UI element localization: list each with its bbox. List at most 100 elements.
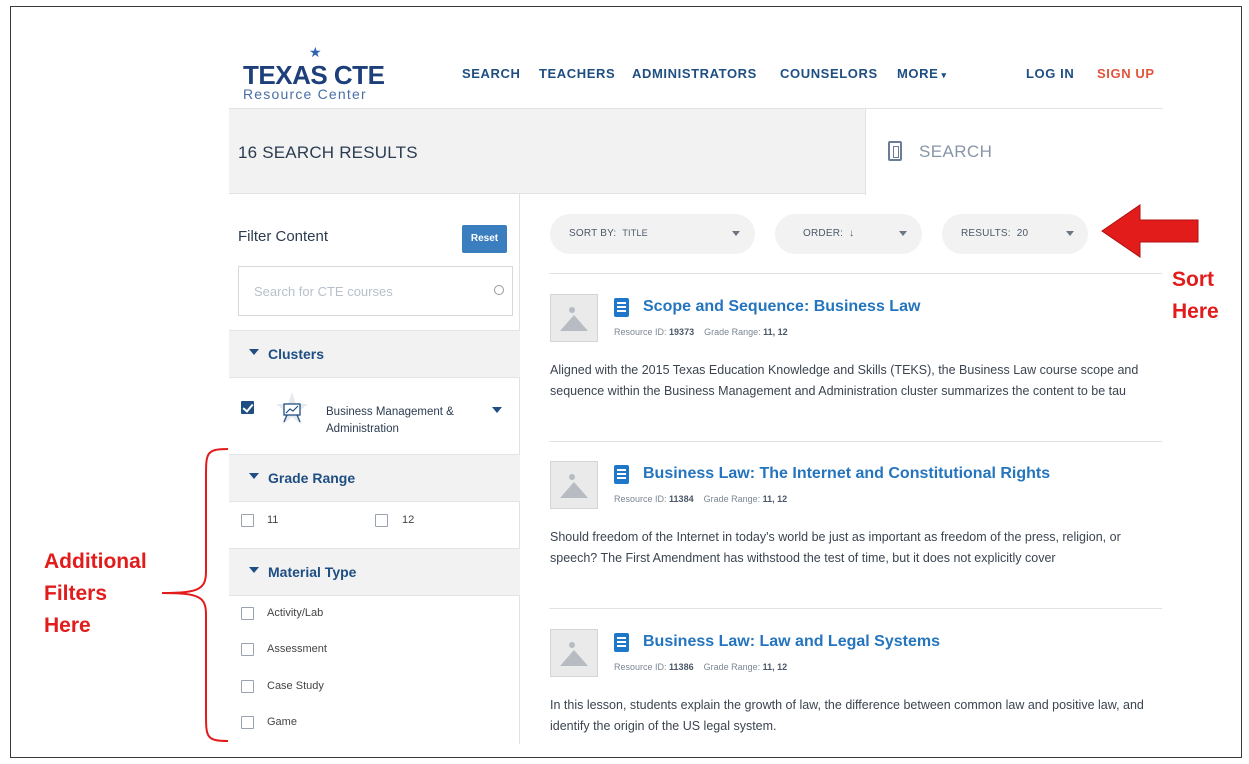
results-per-page-dropdown[interactable]: RESULTS: 20 [942, 214, 1088, 254]
result-title-link[interactable]: Business Law: The Internet and Constitut… [643, 465, 1050, 483]
case-study-label: Case Study [267, 680, 324, 692]
chevron-down-icon: ▾ [938, 70, 947, 80]
resource-id-label: Resource ID: [614, 494, 667, 504]
game-label: Game [267, 716, 297, 728]
grade-range-label: Grade Range: [703, 494, 761, 504]
resource-id-label: Resource ID: [614, 327, 667, 337]
image-placeholder-icon [560, 482, 588, 498]
result-description: Should freedom of the Internet in today'… [550, 530, 1121, 565]
result-thumbnail[interactable] [550, 629, 598, 677]
bracket-annotation [161, 448, 229, 742]
search-icon [494, 285, 504, 295]
nav-login[interactable]: LOG IN [1026, 66, 1074, 81]
site-search-field[interactable]: SEARCH [865, 109, 1163, 195]
chevron-down-icon [899, 231, 907, 236]
grade-12-checkbox[interactable] [375, 514, 388, 527]
grade-range-value: 11, 12 [762, 662, 788, 672]
sort-annotation-line1: Sort [1172, 268, 1214, 291]
sort-here-annotation: Sort Here [1172, 264, 1219, 328]
result-meta: Resource ID: 19373 Grade Range: 11, 12 [614, 327, 788, 337]
sort-annotation-line2: Here [1172, 300, 1219, 323]
order-label: ORDER: [803, 228, 844, 239]
nav-counselors[interactable]: COUNSELORS [780, 66, 878, 81]
chevron-down-icon [1066, 231, 1074, 236]
grade-11-checkbox[interactable] [241, 514, 254, 527]
cluster-checkbox-business-management[interactable] [241, 401, 254, 414]
game-checkbox[interactable] [241, 716, 254, 729]
image-placeholder-sun [569, 474, 575, 480]
results-count-title: 16 SEARCH RESULTS [238, 143, 418, 162]
clusters-section-header[interactable]: Clusters [229, 330, 520, 378]
business-management-cluster-icon [276, 392, 308, 425]
document-icon [614, 465, 629, 484]
course-search-input[interactable]: Search for CTE courses [238, 266, 513, 316]
order-value: ↓ [849, 228, 855, 239]
logo-sub-text: Resource Center [243, 86, 367, 102]
activity-lab-checkbox[interactable] [241, 607, 254, 620]
clusters-heading: Clusters [268, 346, 325, 362]
filters-annotation-line3: Here [44, 614, 91, 637]
course-search-placeholder: Search for CTE courses [254, 284, 393, 299]
result-title-link[interactable]: Business Law: Law and Legal Systems [643, 633, 940, 651]
order-dropdown[interactable]: ORDER: ↓ [775, 214, 922, 254]
resource-id-label: Resource ID: [614, 662, 667, 672]
sort-by-dropdown[interactable]: SORT BY: TITLE [550, 214, 755, 254]
result-meta: Resource ID: 11386 Grade Range: 11, 12 [614, 662, 787, 672]
image-placeholder-sun [569, 307, 575, 313]
result-thumbnail[interactable] [550, 461, 598, 509]
sort-by-text: SORT BY: TITLE [569, 228, 648, 239]
caret-down-icon [249, 473, 259, 479]
document-icon [614, 633, 629, 652]
search-icon [888, 141, 902, 161]
grade-range-value: 11, 12 [762, 494, 788, 504]
nav-search[interactable]: SEARCH [462, 66, 521, 81]
case-study-checkbox[interactable] [241, 680, 254, 693]
site-search-label: SEARCH [919, 142, 993, 161]
cluster-expand-icon[interactable] [492, 407, 502, 413]
results-value: 20 [1016, 228, 1029, 239]
results-text: RESULTS: 20 [961, 228, 1028, 239]
grade-range-value: 11, 12 [763, 327, 788, 337]
material-type-section-header[interactable]: Material Type [229, 548, 520, 596]
activity-lab-label: Activity/Lab [267, 607, 324, 619]
order-text: ORDER: ↓ [803, 228, 854, 239]
grade-12-label: 12 [402, 514, 415, 526]
result-title-link[interactable]: Scope and Sequence: Business Law [643, 298, 920, 316]
reset-button[interactable]: Reset [462, 225, 507, 253]
cluster-label-business-management: Business Management & Administration [326, 406, 454, 435]
divider [549, 273, 1162, 274]
filter-content-title: Filter Content [238, 228, 329, 245]
image-placeholder-icon [560, 650, 588, 666]
sort-by-value: TITLE [622, 228, 648, 238]
filters-annotation-line1: Additional [44, 550, 147, 573]
texas-cte-logo[interactable]: ★ TEXAS CTE Resource Center [243, 44, 393, 104]
grade-range-heading: Grade Range [268, 470, 356, 486]
grade-range-label: Grade Range: [703, 662, 761, 672]
nav-teachers[interactable]: TEACHERS [539, 66, 615, 81]
grade-range-label: Grade Range: [704, 327, 761, 337]
red-arrow-annotation [1101, 204, 1199, 258]
assessment-checkbox[interactable] [241, 643, 254, 656]
star-icon: ★ [309, 44, 322, 60]
result-description: Aligned with the 2015 Texas Education Kn… [550, 363, 1139, 398]
filter-sidebar: Filter Content Reset Search for CTE cour… [229, 194, 520, 744]
resource-id-value: 11386 [669, 662, 694, 672]
additional-filters-annotation: Additional Filters Here [44, 546, 147, 642]
grade-range-section-header[interactable]: Grade Range [229, 454, 520, 502]
material-type-heading: Material Type [268, 564, 357, 580]
nav-more[interactable]: MORE ▾ [897, 66, 947, 81]
caret-down-icon [249, 349, 259, 355]
result-meta: Resource ID: 11384 Grade Range: 11, 12 [614, 494, 787, 504]
results-header-band: 16 SEARCH RESULTS SEARCH [229, 108, 1163, 195]
nav-administrators[interactable]: ADMINISTRATORS [632, 66, 757, 81]
image-placeholder-icon [560, 315, 588, 331]
chevron-down-icon [732, 231, 740, 236]
nav-more-label: MORE [897, 66, 939, 81]
result-thumbnail[interactable] [550, 294, 598, 342]
image-placeholder-sun [569, 642, 575, 648]
assessment-label: Assessment [267, 643, 327, 655]
resource-id-value: 11384 [669, 494, 694, 504]
nav-signup[interactable]: SIGN UP [1097, 66, 1155, 81]
resource-id-value: 19373 [669, 327, 695, 337]
divider [549, 608, 1162, 609]
